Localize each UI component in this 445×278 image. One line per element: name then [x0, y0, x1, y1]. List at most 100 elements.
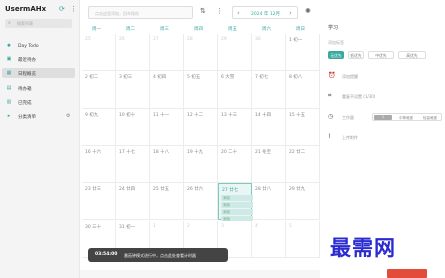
month-label[interactable]: 2024 年 12月 [251, 11, 280, 17]
calendar-day[interactable]: 2 初二 [82, 71, 116, 109]
calendar-day[interactable]: 3 初三 [116, 71, 150, 109]
attach-row[interactable]: ⌇ 上传附件 [328, 133, 443, 142]
weekday-header: 周二 [126, 27, 135, 32]
sidebar-item-recent[interactable]: ▣ 最近待办 [2, 54, 75, 64]
calendar-day[interactable]: 29 [218, 34, 252, 72]
pomodoro-toast[interactable]: 03:54:00 番茄钟模式进行中，点击此处查看计时器 [88, 248, 228, 262]
task-title[interactable]: 学习 [328, 24, 338, 31]
calendar-day[interactable]: 25 [82, 34, 116, 72]
sidebar: UsermAHx ⟳ ⋮ ⌕ 搜索列表 ✹ Day Todo ▣ 最近待办 ▦ … [0, 0, 80, 278]
calendar-day-number: 9 初九 [85, 112, 99, 118]
sidebar-item-day-todo[interactable]: ✹ Day Todo [2, 41, 75, 51]
task-input[interactable]: 点击这里添加，回车保存 [88, 6, 193, 19]
calendar-day[interactable]: 28 [184, 34, 218, 72]
calendar-day[interactable]: 5 初五 [184, 71, 218, 109]
calendar-day[interactable]: 29 廿九 [286, 183, 320, 221]
calendar-day[interactable]: 4 [252, 220, 286, 258]
weekday-header: 周四 [194, 27, 203, 32]
sidebar-item-label: 分类清单 [18, 114, 36, 120]
sidebar-item-label: 日程概览 [18, 71, 36, 77]
calendar-day[interactable]: 20 二十 [218, 145, 252, 184]
calendar-day[interactable]: 28 廿八 [252, 183, 286, 221]
sidebar-item-inbox[interactable]: ▤ 待办箱 [2, 83, 75, 93]
calendar-day-number: 26 廿六 [187, 187, 204, 193]
username[interactable]: UsermAHx [5, 5, 46, 13]
calendar-day[interactable]: 12 十二 [184, 108, 218, 146]
month-switcher: ‹ 2024 年 12月 › [232, 6, 298, 19]
calendar-day[interactable]: 22 廿二 [286, 145, 320, 184]
reminder-row[interactable]: ⏰ 添加提醒 [328, 72, 443, 81]
calendar-day-number: 3 [221, 223, 224, 229]
calendar-day[interactable]: 21 冬至 [252, 145, 286, 184]
folder-icon: ▸ [7, 113, 11, 119]
gear-icon[interactable]: ⚙ [66, 113, 70, 119]
calendar-day[interactable]: 19 十九 [184, 145, 218, 184]
calendar-day[interactable]: 10 初十 [116, 108, 150, 146]
workload-selector[interactable]: 1 中等难度 较高难度 [372, 113, 442, 121]
calendar-event[interactable]: 添加 [221, 202, 253, 209]
calendar-day[interactable]: 8 初八 [286, 71, 320, 109]
red-badge [387, 269, 427, 278]
calendar-day[interactable]: 16 十六 [82, 145, 116, 184]
calendar-day-number: 10 初十 [119, 112, 136, 118]
calendar-day[interactable]: 27 [150, 34, 184, 72]
calendar-day[interactable]: 11 十一 [150, 108, 184, 146]
workload-opt-high[interactable]: 较高难度 [423, 116, 437, 121]
calendar-day[interactable]: 1 初一 [286, 34, 320, 72]
inbox-icon: ▤ [6, 85, 12, 91]
next-month-icon[interactable]: › [289, 9, 292, 17]
calendar-day-number: 13 十三 [221, 112, 238, 118]
search-icon: ⌕ [8, 20, 11, 26]
calendar-event[interactable]: 添加 [221, 195, 253, 202]
more-icon[interactable]: ⋮ [70, 5, 77, 13]
prev-month-icon[interactable]: ‹ [237, 9, 240, 17]
workload-opt-1[interactable]: 1 [374, 115, 392, 120]
sidebar-item-done[interactable]: ▥ 已完成 [2, 97, 75, 107]
calendar-day[interactable]: 4 初四 [150, 71, 184, 109]
pomodoro-time: 03:54:00 [95, 252, 118, 257]
more-options-icon[interactable]: ⋮ [216, 7, 223, 15]
priority-chip-low[interactable]: 低优先 [348, 51, 364, 59]
calendar-day[interactable]: 26 [116, 34, 150, 72]
user-row: UsermAHx ⟳ ⋮ [5, 5, 77, 14]
calendar-day[interactable]: 18 十八 [150, 145, 184, 184]
calendar-day[interactable]: 30 [252, 34, 286, 72]
sidebar-item-categories[interactable]: ▸ 分类清单 ⚙ [2, 111, 75, 121]
priority-chip-medium[interactable]: 中优先 [368, 51, 394, 59]
calendar-day-number: 31 初一 [119, 224, 136, 230]
weekday-header: 周一 [92, 27, 101, 32]
workload-opt-medium[interactable]: 中等难度 [399, 116, 413, 121]
calendar-day[interactable]: 14 十四 [252, 108, 286, 146]
calendar-day-today[interactable]: 27 廿七 添加 添加 添加 添加 [218, 183, 253, 223]
weekday-header: 周三 [160, 27, 169, 32]
calendar-day-number: 22 廿二 [289, 149, 306, 155]
calendar-day[interactable]: 5 [286, 220, 320, 258]
calendar-day[interactable]: 6 大雪 [218, 71, 252, 109]
sync-icon[interactable]: ⟳ [59, 5, 65, 13]
filter-icon[interactable]: ⇅ [200, 7, 206, 15]
calendar-day-number: 26 [119, 37, 125, 42]
calendar-day[interactable]: 9 初九 [82, 108, 116, 146]
calendar-day[interactable]: 23 廿三 [82, 183, 116, 221]
calendar-day[interactable]: 17 十七 [116, 145, 150, 184]
calendar-day[interactable]: 13 十三 [218, 108, 252, 146]
sidebar-search[interactable]: ⌕ 搜索列表 [5, 19, 72, 28]
calendar-day-number: 3 初三 [119, 75, 133, 81]
calendar-day[interactable]: 25 廿五 [150, 183, 184, 221]
sidebar-item-label: 待办箱 [18, 86, 32, 92]
theme-toggle-icon[interactable]: ✺ [305, 7, 311, 15]
calendar-day[interactable]: 7 初七 [252, 71, 286, 109]
calendar-day[interactable]: 15 十五 [286, 108, 320, 146]
calendar-day[interactable]: 24 廿四 [116, 183, 150, 221]
priority-chip-high[interactable]: 高优先 [398, 51, 426, 59]
calendar-day-number: 28 廿八 [255, 187, 272, 193]
priority-chip-none[interactable]: 无优先 [328, 51, 344, 59]
sidebar-item-overview[interactable]: ▦ 日程概览 [2, 68, 75, 78]
calendar-event[interactable]: 添加 [221, 209, 253, 216]
calendar-icon: ▣ [6, 56, 12, 62]
calendar-day[interactable]: 26 廿六 [184, 183, 218, 221]
crop-icon: ⌗ [328, 92, 332, 99]
repeat-row[interactable]: ⌗ 重复不设置 (1/30) [328, 92, 443, 101]
calendar-day-number: 23 廿三 [85, 187, 102, 193]
calendar-day-number: 24 廿四 [119, 187, 136, 193]
